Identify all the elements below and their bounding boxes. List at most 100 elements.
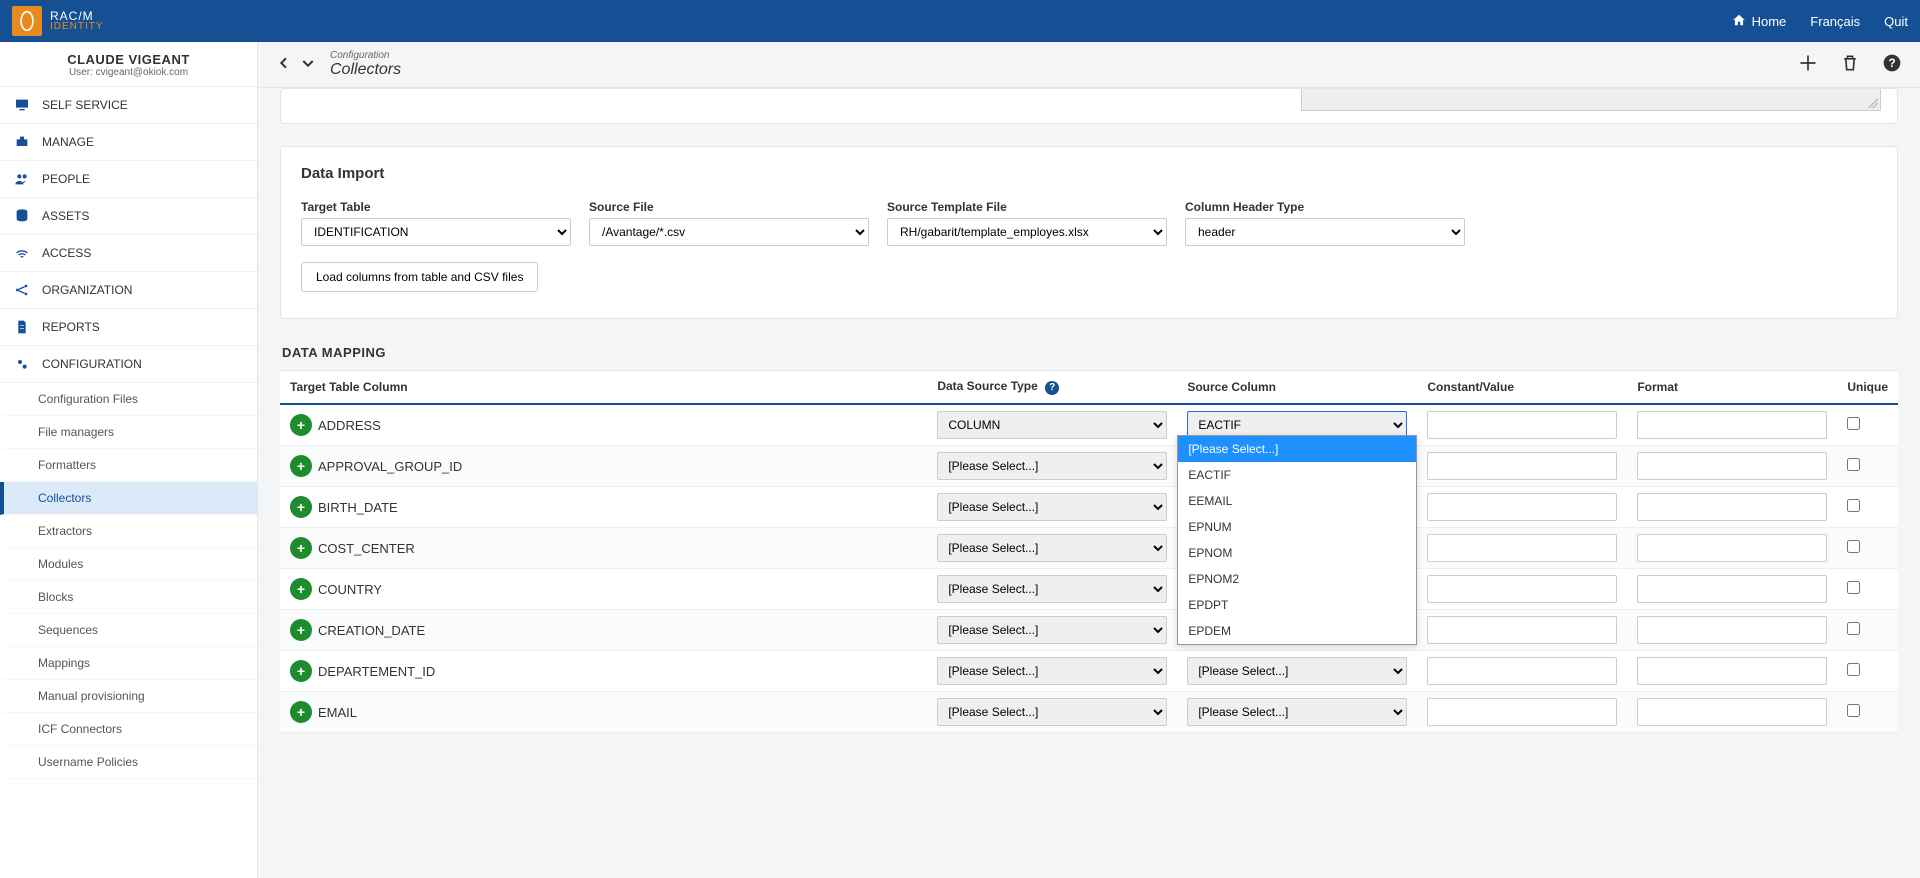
dropdown-option[interactable]: EPNOM2 [1178, 566, 1416, 592]
source-column-select[interactable]: [Please Select...] [1187, 657, 1407, 685]
format-input[interactable] [1637, 452, 1827, 480]
textarea[interactable] [1301, 89, 1881, 111]
data-source-type-select[interactable]: COLUMN [937, 411, 1167, 439]
add-button[interactable] [1798, 53, 1818, 76]
unique-checkbox[interactable] [1847, 622, 1860, 635]
expand-button[interactable] [300, 55, 316, 74]
constant-input[interactable] [1427, 657, 1617, 685]
format-input[interactable] [1637, 616, 1827, 644]
unique-checkbox[interactable] [1847, 540, 1860, 553]
format-input[interactable] [1637, 657, 1827, 685]
data-source-type-select[interactable]: [Please Select...] [937, 616, 1167, 644]
constant-input[interactable] [1427, 698, 1617, 726]
template-file-label: Source Template File [887, 200, 1167, 214]
constant-input[interactable] [1427, 534, 1617, 562]
format-input[interactable] [1637, 534, 1827, 562]
sidebar-item-people[interactable]: PEOPLE [0, 161, 257, 198]
constant-input[interactable] [1427, 616, 1617, 644]
sidebar-item-configuration[interactable]: CONFIGURATION [0, 346, 257, 383]
document-icon [14, 319, 30, 335]
sidebar-item-self-service[interactable]: SELF SERVICE [0, 87, 257, 124]
data-import-card: Data Import Target Table IDENTIFICATION … [280, 146, 1898, 319]
template-file-select[interactable]: RH/gabarit/template_employes.xlsx [887, 218, 1167, 246]
back-button[interactable] [276, 55, 292, 74]
dropdown-option[interactable]: EEMAIL [1178, 488, 1416, 514]
dropdown-option[interactable]: EPNOM [1178, 540, 1416, 566]
data-source-type-select[interactable]: [Please Select...] [937, 534, 1167, 562]
table-row: +ADDRESSCOLUMNEACTIF[Please Select...]EA… [280, 404, 1898, 446]
help-icon[interactable]: ? [1045, 381, 1059, 395]
data-source-type-select[interactable]: [Please Select...] [937, 657, 1167, 685]
constant-input[interactable] [1427, 411, 1617, 439]
source-column-select[interactable]: [Please Select...] [1187, 698, 1407, 726]
format-input[interactable] [1637, 698, 1827, 726]
target-table-label: Target Table [301, 200, 571, 214]
unique-checkbox[interactable] [1847, 663, 1860, 676]
add-row-icon[interactable]: + [290, 660, 312, 682]
sidebar-sub-mappings[interactable]: Mappings [0, 647, 257, 680]
quit-link[interactable]: Quit [1884, 14, 1908, 29]
data-source-type-select[interactable]: [Please Select...] [937, 575, 1167, 603]
sidebar-sub-blocks[interactable]: Blocks [0, 581, 257, 614]
constant-input[interactable] [1427, 452, 1617, 480]
dropdown-option[interactable]: EPDEM [1178, 618, 1416, 644]
dropdown-option[interactable]: EPNUM [1178, 514, 1416, 540]
add-row-icon[interactable]: + [290, 578, 312, 600]
unique-checkbox[interactable] [1847, 417, 1860, 430]
unique-checkbox[interactable] [1847, 458, 1860, 471]
language-link[interactable]: Français [1810, 14, 1860, 29]
unique-checkbox[interactable] [1847, 581, 1860, 594]
header-type-select[interactable]: header [1185, 218, 1465, 246]
dropdown-option[interactable]: [Please Select...] [1178, 436, 1416, 462]
dropdown-option[interactable]: EACTIF [1178, 462, 1416, 488]
format-input[interactable] [1637, 493, 1827, 521]
add-row-icon[interactable]: + [290, 496, 312, 518]
data-source-type-select[interactable]: [Please Select...] [937, 698, 1167, 726]
sidebar-item-assets[interactable]: ASSETS [0, 198, 257, 235]
target-column-name: COST_CENTER [318, 541, 415, 556]
table-row: +CREATION_DATE[Please Select...][Please … [280, 609, 1898, 650]
sidebar-sub-modules[interactable]: Modules [0, 548, 257, 581]
data-source-type-select[interactable]: [Please Select...] [937, 493, 1167, 521]
sidebar-sub-username-policies[interactable]: Username Policies [0, 746, 257, 779]
home-link[interactable]: Home [1732, 13, 1787, 30]
add-row-icon[interactable]: + [290, 619, 312, 641]
format-input[interactable] [1637, 575, 1827, 603]
sidebar-sub-manual-provisioning[interactable]: Manual provisioning [0, 680, 257, 713]
constant-input[interactable] [1427, 575, 1617, 603]
sidebar-sub-collectors[interactable]: Collectors [0, 482, 257, 515]
format-input[interactable] [1637, 411, 1827, 439]
sidebar-sub-icf-connectors[interactable]: ICF Connectors [0, 713, 257, 746]
sidebar-sub-sequences[interactable]: Sequences [0, 614, 257, 647]
sidebar-item-access[interactable]: ACCESS [0, 235, 257, 272]
th-source-column: Source Column [1177, 371, 1417, 404]
table-row: +COST_CENTER[Please Select...][Please Se… [280, 527, 1898, 568]
dropdown-option[interactable]: EPDPT [1178, 592, 1416, 618]
help-button[interactable]: ? [1882, 53, 1902, 76]
source-file-select[interactable]: /Avantage/*.csv [589, 218, 869, 246]
unique-checkbox[interactable] [1847, 499, 1860, 512]
data-source-type-select[interactable]: [Please Select...] [937, 452, 1167, 480]
user-name: CLAUDE VIGEANT [8, 52, 249, 67]
target-column-name: EMAIL [318, 705, 357, 720]
sidebar-sub-extractors[interactable]: Extractors [0, 515, 257, 548]
sidebar-sub-formatters[interactable]: Formatters [0, 449, 257, 482]
source-column-dropdown[interactable]: [Please Select...]EACTIFEEMAILEPNUMEPNOM… [1177, 435, 1417, 645]
sidebar-item-organization[interactable]: ORGANIZATION [0, 272, 257, 309]
sidebar-sub-file-managers[interactable]: File managers [0, 416, 257, 449]
load-columns-button[interactable]: Load columns from table and CSV files [301, 262, 538, 292]
add-row-icon[interactable]: + [290, 414, 312, 436]
table-row: +DEPARTEMENT_ID[Please Select...][Please… [280, 650, 1898, 691]
mapping-table: Target Table Column Data Source Type ? S… [280, 370, 1898, 733]
sidebar-sub-configuration-files[interactable]: Configuration Files [0, 383, 257, 416]
add-row-icon[interactable]: + [290, 701, 312, 723]
add-row-icon[interactable]: + [290, 455, 312, 477]
constant-input[interactable] [1427, 493, 1617, 521]
add-row-icon[interactable]: + [290, 537, 312, 559]
unique-checkbox[interactable] [1847, 704, 1860, 717]
delete-button[interactable] [1840, 53, 1860, 76]
target-table-select[interactable]: IDENTIFICATION [301, 218, 571, 246]
sidebar-item-reports[interactable]: REPORTS [0, 309, 257, 346]
sidebar-item-manage[interactable]: MANAGE [0, 124, 257, 161]
page-title: Collectors [330, 61, 401, 79]
